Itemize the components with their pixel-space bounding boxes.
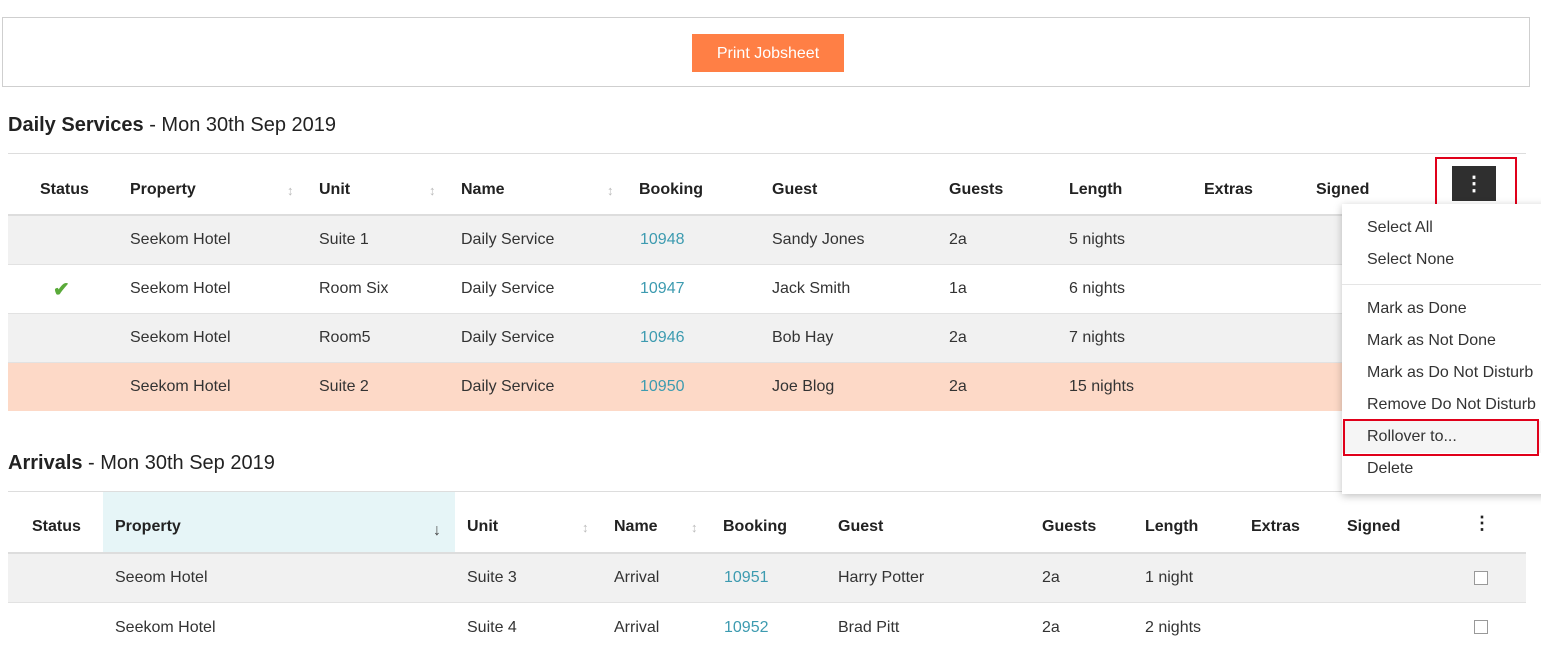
cell-unit: Room5 <box>319 329 371 346</box>
header-property[interactable]: Property <box>115 502 181 552</box>
kebab-menu-icon[interactable]: ⋮ <box>1473 498 1491 548</box>
cell-property: Seeom Hotel <box>115 569 208 586</box>
cell-guest: Joe Blog <box>772 378 835 395</box>
print-jobsheet-button[interactable]: Print Jobsheet <box>692 34 844 72</box>
header-unit[interactable]: Unit <box>467 502 498 552</box>
booking-link[interactable]: 10950 <box>640 363 685 411</box>
header-extras: Extras <box>1204 181 1253 198</box>
actions-dropdown-menu: Select All Select None Mark as Done Mark… <box>1342 204 1541 494</box>
menu-item-mark-dnd[interactable]: Mark as Do Not Disturb <box>1342 357 1541 389</box>
booking-link[interactable]: 10948 <box>640 216 685 264</box>
section-title-bold: Arrivals <box>8 452 83 474</box>
header-name[interactable]: Name <box>614 502 658 552</box>
table-row[interactable]: Seeom Hotel Suite 3 Arrival 10951 Harry … <box>8 554 1526 603</box>
cell-property: Seekom Hotel <box>130 378 231 395</box>
menu-item-mark-not-done[interactable]: Mark as Not Done <box>1342 325 1541 357</box>
row-checkbox[interactable] <box>1474 571 1488 585</box>
cell-unit: Suite 2 <box>319 378 369 395</box>
cell-guests: 2a <box>949 329 967 346</box>
divider <box>8 153 1526 154</box>
cell-length: 5 nights <box>1069 231 1126 248</box>
menu-item-select-all[interactable]: Select All <box>1342 212 1541 244</box>
cell-name: Arrival <box>614 569 660 586</box>
cell-guest: Jack Smith <box>772 280 851 297</box>
header-booking: Booking <box>723 518 787 535</box>
header-unit[interactable]: Unit <box>319 166 350 214</box>
cell-name: Daily Service <box>461 280 555 297</box>
section-title-bold: Daily Services <box>8 114 144 136</box>
header-extras: Extras <box>1251 518 1300 535</box>
print-panel: Print Jobsheet <box>2 17 1530 87</box>
cell-unit: Room Six <box>319 280 389 297</box>
sort-icon[interactable]: ↕ <box>582 502 589 552</box>
cell-guests: 2a <box>949 231 967 248</box>
header-status[interactable]: Status <box>32 502 81 552</box>
cell-guest: Brad Pitt <box>838 618 900 636</box>
menu-item-delete[interactable]: Delete <box>1342 453 1541 485</box>
header-guest: Guest <box>772 181 818 198</box>
cell-property: Seekom Hotel <box>130 280 231 297</box>
cell-length: 1 night <box>1145 569 1194 586</box>
booking-link[interactable]: 10951 <box>724 554 769 602</box>
cell-guest: Sandy Jones <box>772 231 865 248</box>
sort-icon[interactable]: ↕ <box>429 166 436 214</box>
table-row[interactable]: Seekom Hotel Suite 4 Arrival 10952 Brad … <box>8 603 1526 652</box>
cell-guests: 2a <box>1042 618 1060 636</box>
header-booking: Booking <box>639 181 703 198</box>
daily-services-title: Daily Services - Mon 30th Sep 2019 <box>8 114 336 137</box>
section-title-date: - Mon 30th Sep 2019 <box>143 114 337 136</box>
menu-item-mark-done[interactable]: Mark as Done <box>1342 293 1541 325</box>
cell-name: Daily Service <box>461 231 555 248</box>
table-row-highlighted[interactable]: Seekom Hotel Suite 2 Daily Service 10950… <box>8 363 1526 411</box>
cell-length: 6 nights <box>1069 280 1126 297</box>
cell-length: 7 nights <box>1069 329 1126 346</box>
cell-name: Arrival <box>614 618 660 636</box>
cell-unit: Suite 3 <box>467 569 517 586</box>
cell-guest: Bob Hay <box>772 329 834 346</box>
header-guests: Guests <box>949 181 1004 198</box>
header-signed: Signed <box>1347 518 1401 535</box>
cell-name: Daily Service <box>461 329 555 346</box>
cell-property: Seekom Hotel <box>130 231 231 248</box>
sort-down-icon[interactable]: ↓ <box>433 506 441 556</box>
header-property[interactable]: Property <box>130 166 196 214</box>
daily-table-header: Status Property ↕ Unit ↕ Name ↕ Booking … <box>8 166 1526 216</box>
arrivals-title: Arrivals - Mon 30th Sep 2019 <box>8 452 275 475</box>
sort-icon[interactable]: ↕ <box>691 502 698 552</box>
header-guest: Guest <box>838 518 884 535</box>
header-name[interactable]: Name <box>461 166 505 214</box>
arrivals-table-header: Status Property ↓ Unit ↕ Name ↕ Booking … <box>8 502 1526 554</box>
booking-link[interactable]: 10947 <box>640 265 685 313</box>
menu-item-remove-dnd[interactable]: Remove Do Not Disturb <box>1342 389 1541 421</box>
cell-property: Seekom Hotel <box>115 618 216 636</box>
menu-item-select-none[interactable]: Select None <box>1342 244 1541 276</box>
cell-unit: Suite 4 <box>467 618 517 636</box>
cell-property: Seekom Hotel <box>130 329 231 346</box>
check-icon: ✔ <box>53 278 70 301</box>
header-length: Length <box>1145 518 1199 535</box>
table-row[interactable]: Seekom Hotel Suite 1 Daily Service 10948… <box>8 216 1526 265</box>
booking-link[interactable]: 10946 <box>640 314 685 362</box>
header-length: Length <box>1069 181 1123 198</box>
kebab-menu-icon[interactable]: ⋮ <box>1452 166 1496 201</box>
cell-name: Daily Service <box>461 378 555 395</box>
cell-guests: 1a <box>949 280 967 297</box>
table-row[interactable]: Seekom Hotel Room5 Daily Service 10946 B… <box>8 314 1526 363</box>
cell-guests: 2a <box>1042 569 1060 586</box>
menu-divider <box>1342 284 1541 285</box>
header-status[interactable]: Status <box>40 166 89 214</box>
sort-icon[interactable]: ↕ <box>287 166 294 214</box>
cell-length: 2 nights <box>1145 618 1202 636</box>
cell-guest: Harry Potter <box>838 569 925 586</box>
sort-icon[interactable]: ↕ <box>607 166 614 214</box>
row-checkbox[interactable] <box>1474 620 1488 634</box>
cell-length: 15 nights <box>1069 378 1134 395</box>
header-guests: Guests <box>1042 518 1097 535</box>
section-title-date: - Mon 30th Sep 2019 <box>82 452 275 474</box>
menu-item-rollover[interactable]: Rollover to... <box>1342 421 1541 453</box>
table-row[interactable]: ✔ Seekom Hotel Room Six Daily Service 10… <box>8 265 1526 314</box>
cell-guests: 2a <box>949 378 967 395</box>
booking-link[interactable]: 10952 <box>724 603 769 652</box>
cell-unit: Suite 1 <box>319 231 369 248</box>
